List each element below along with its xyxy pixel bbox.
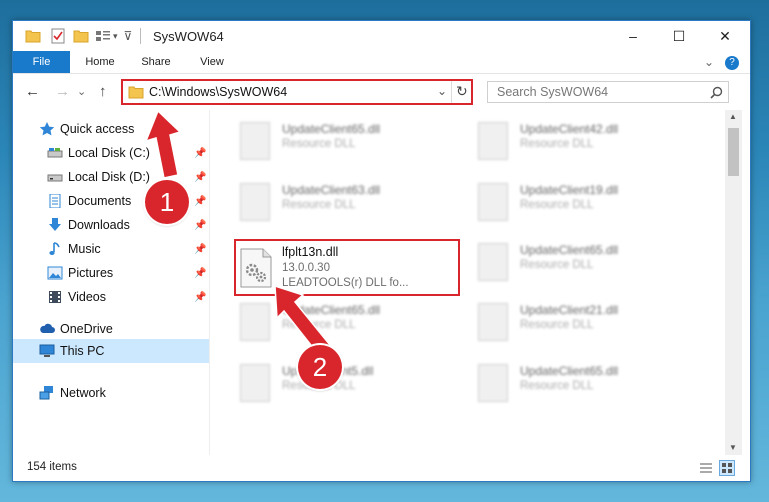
step-1-badge: 1 <box>145 180 189 224</box>
arrow-2-icon <box>274 284 332 356</box>
annotation-layer <box>144 109 332 356</box>
step-2-badge: 2 <box>298 345 342 389</box>
arrow-1-icon <box>144 109 182 179</box>
